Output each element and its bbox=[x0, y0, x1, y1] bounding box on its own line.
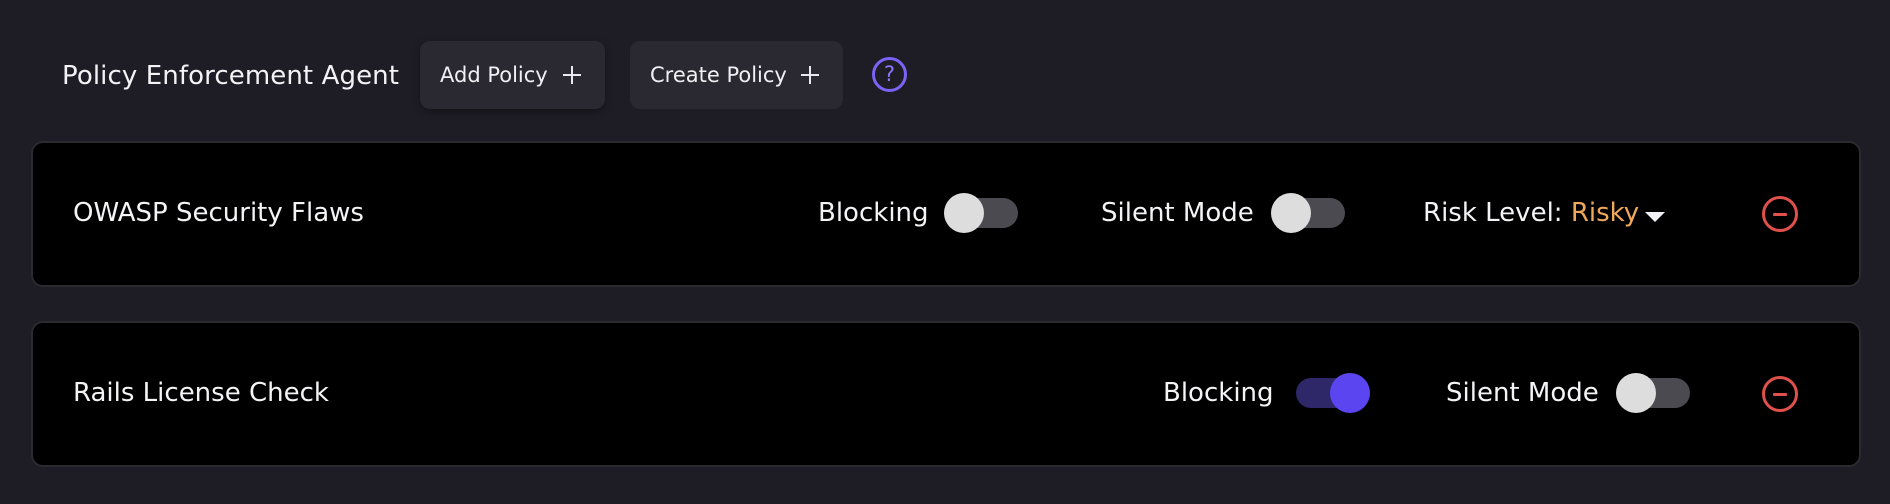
plus-icon bbox=[563, 66, 581, 84]
policy-card: OWASP Security Flaws Blocking Silent Mod… bbox=[31, 141, 1861, 287]
remove-policy-icon[interactable] bbox=[1762, 196, 1798, 232]
toggle-knob bbox=[1616, 373, 1656, 413]
caret-down-icon[interactable] bbox=[1645, 212, 1665, 222]
risk-level-selector[interactable]: Risk Level: Risky bbox=[1423, 195, 1639, 231]
create-policy-label: Create Policy bbox=[650, 63, 787, 87]
policy-card: Rails License Check Blocking Silent Mode bbox=[31, 321, 1861, 467]
silent-mode-label: Silent Mode bbox=[1101, 198, 1254, 228]
add-policy-label: Add Policy bbox=[440, 63, 548, 87]
blocking-toggle[interactable] bbox=[1296, 373, 1370, 413]
blocking-label: Blocking bbox=[818, 198, 929, 228]
silent-mode-label: Silent Mode bbox=[1446, 378, 1599, 408]
toggle-knob bbox=[944, 193, 984, 233]
help-icon[interactable]: ? bbox=[872, 57, 907, 92]
silent-mode-toggle[interactable] bbox=[1271, 193, 1345, 233]
toggle-knob bbox=[1330, 373, 1370, 413]
header-bar: Policy Enforcement Agent Add Policy Crea… bbox=[0, 0, 1890, 142]
remove-policy-icon[interactable] bbox=[1762, 376, 1798, 412]
risk-level-value: Risky bbox=[1570, 198, 1640, 228]
policy-name: OWASP Security Flaws bbox=[73, 198, 364, 228]
create-policy-button[interactable]: Create Policy bbox=[630, 41, 843, 109]
blocking-label: Blocking bbox=[1163, 378, 1274, 408]
plus-icon bbox=[801, 66, 819, 84]
page-title: Policy Enforcement Agent bbox=[62, 61, 400, 91]
blocking-toggle[interactable] bbox=[944, 193, 1018, 233]
policy-name: Rails License Check bbox=[73, 378, 329, 408]
add-policy-button[interactable]: Add Policy bbox=[420, 41, 605, 109]
toggle-knob bbox=[1271, 193, 1311, 233]
risk-level-label: Risk Level: bbox=[1423, 198, 1563, 228]
silent-mode-toggle[interactable] bbox=[1616, 373, 1690, 413]
